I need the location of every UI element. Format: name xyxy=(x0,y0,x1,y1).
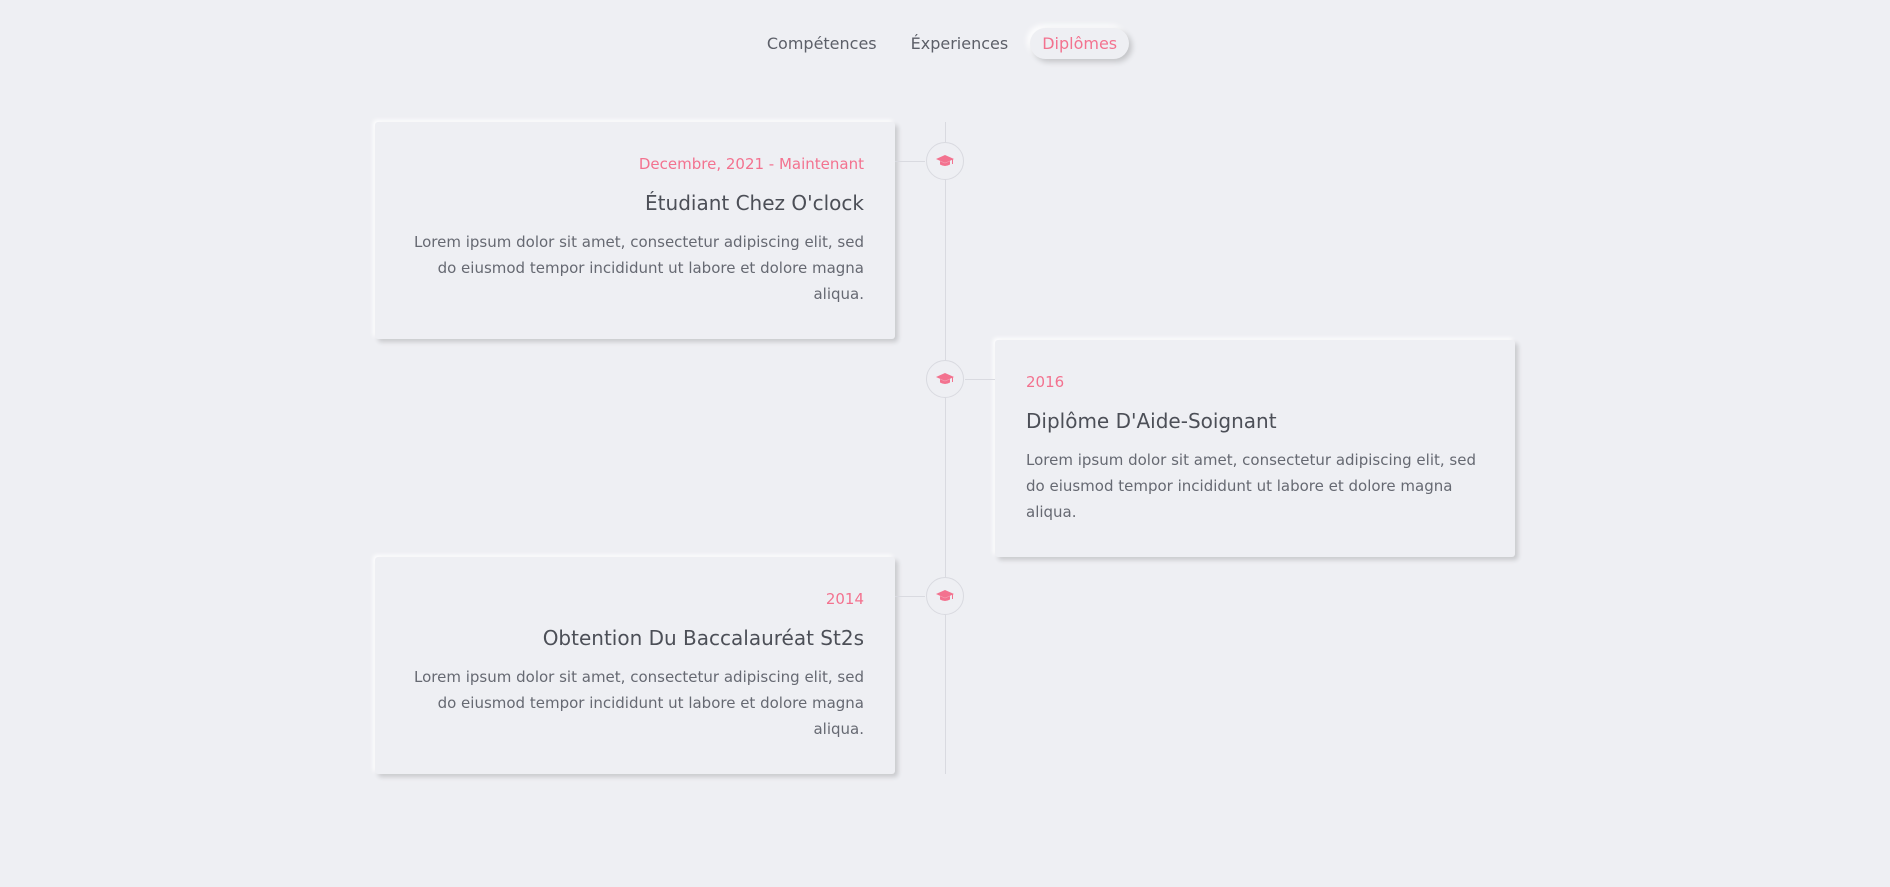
timeline-axis xyxy=(945,122,946,774)
tab-diplomes[interactable]: Diplômes xyxy=(1030,28,1130,59)
tab-experiences[interactable]: Éxperiences xyxy=(899,28,1021,59)
timeline-card: Decembre, 2021 - Maintenant Étudiant Che… xyxy=(375,122,895,339)
timeline-item: Decembre, 2021 - Maintenant Étudiant Che… xyxy=(375,122,964,339)
item-date: 2016 xyxy=(1026,373,1065,391)
item-title: Étudiant Chez O'clock xyxy=(645,191,864,215)
item-title: Obtention Du Baccalauréat St2s xyxy=(542,626,864,650)
item-description: Lorem ipsum dolor sit amet, consectetur … xyxy=(1026,451,1476,521)
timeline-connector xyxy=(895,161,925,162)
item-description: Lorem ipsum dolor sit amet, consectetur … xyxy=(414,233,864,303)
graduation-cap-icon xyxy=(936,372,954,386)
timeline-node xyxy=(926,360,964,398)
timeline-item: 2016 Diplôme D'Aide-Soignant Lorem ipsum… xyxy=(926,340,1515,557)
item-description: Lorem ipsum dolor sit amet, consectetur … xyxy=(414,668,864,738)
timeline-connector xyxy=(895,596,925,597)
item-date: Decembre, 2021 - Maintenant xyxy=(638,155,864,173)
graduation-cap-icon xyxy=(936,589,954,603)
graduation-cap-icon xyxy=(936,154,954,168)
timeline-node xyxy=(926,142,964,180)
item-date: 2014 xyxy=(825,590,864,608)
timeline-connector xyxy=(965,379,995,380)
timeline-node xyxy=(926,577,964,615)
diplomas-timeline: Decembre, 2021 - Maintenant Étudiant Che… xyxy=(0,122,1890,774)
section-tabs: Compétences Éxperiences Diplômes xyxy=(0,28,1887,59)
timeline-item: 2014 Obtention Du Baccalauréat St2s Lore… xyxy=(375,557,964,774)
timeline-card: 2016 Diplôme D'Aide-Soignant Lorem ipsum… xyxy=(995,340,1515,557)
timeline-card: 2014 Obtention Du Baccalauréat St2s Lore… xyxy=(375,557,895,774)
tab-competences[interactable]: Compétences xyxy=(755,28,889,59)
item-title: Diplôme D'Aide-Soignant xyxy=(1026,409,1277,433)
